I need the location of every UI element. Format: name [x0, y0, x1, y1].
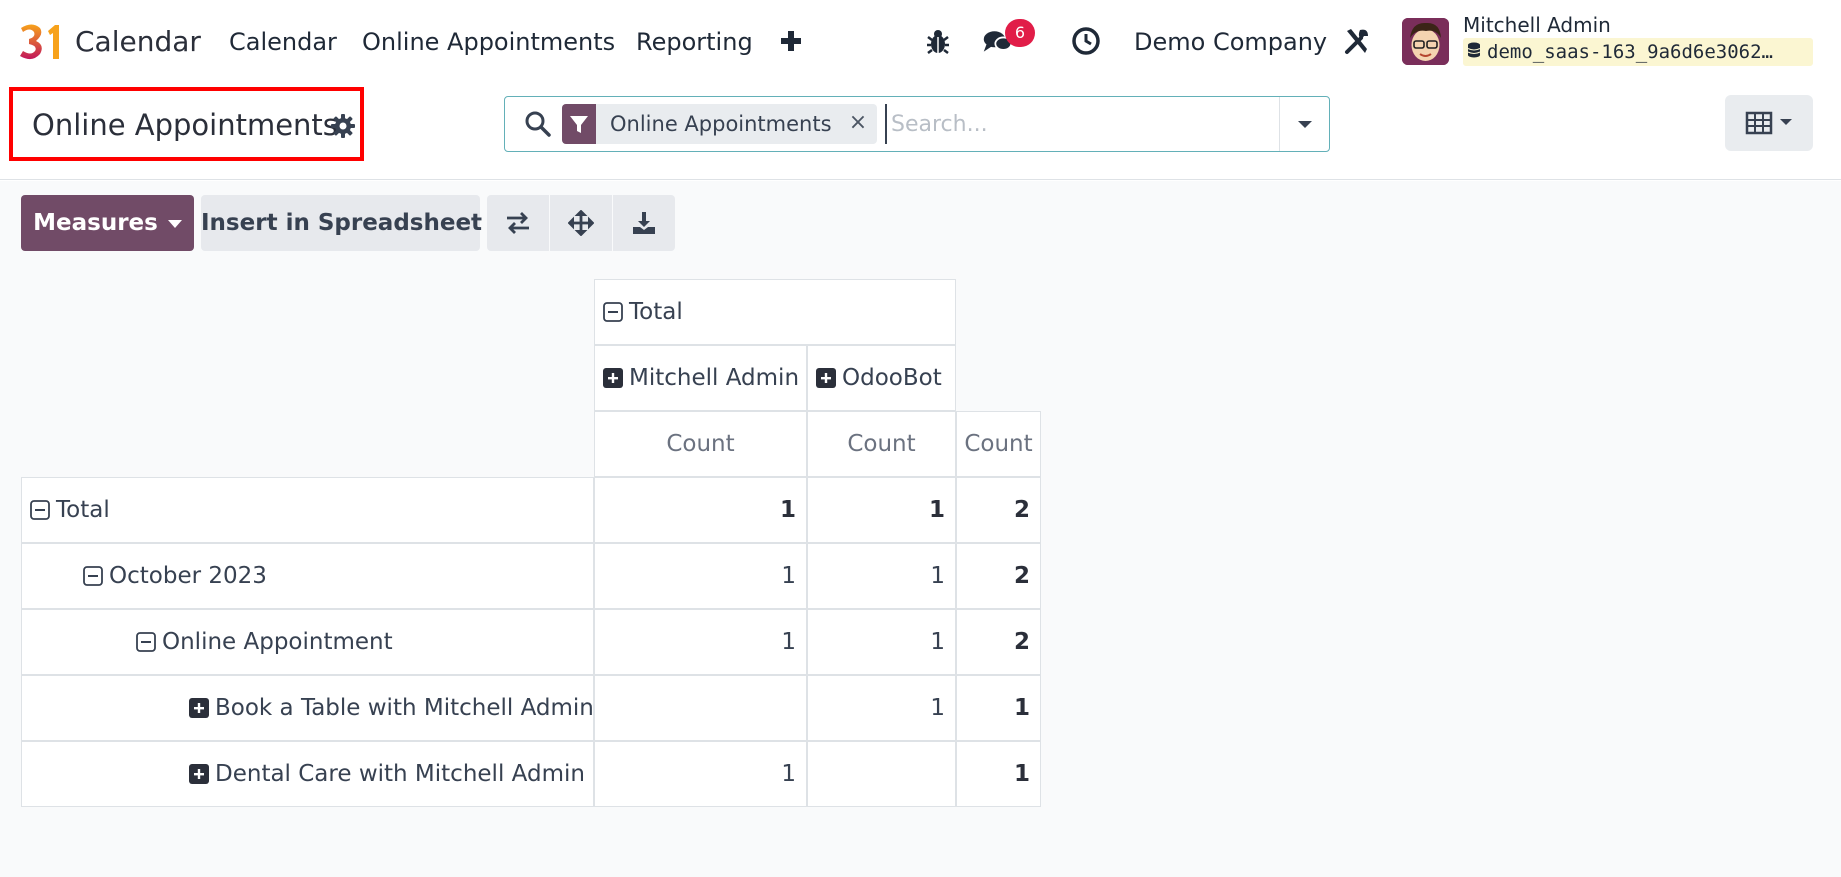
pivot-cell[interactable]: [594, 675, 807, 741]
filter-facet-badge: [562, 104, 596, 144]
insert-in-spreadsheet-button[interactable]: Insert in Spreadsheet: [201, 195, 482, 251]
collapse-icon: [83, 566, 103, 586]
measures-button[interactable]: Measures: [21, 195, 194, 251]
arrows-icon: [568, 210, 594, 236]
pivot-cell[interactable]: [807, 741, 956, 807]
expand-icon: [189, 698, 209, 718]
search-facet: Online Appointments ×: [562, 104, 877, 144]
row-header-label: Dental Care with Mitchell Admin: [215, 761, 585, 787]
row-header[interactable]: Total: [21, 477, 594, 543]
pivot-cell[interactable]: 1: [594, 741, 807, 807]
breadcrumb: Online Appointments: [9, 87, 364, 161]
row-header-label: Total: [56, 497, 110, 523]
row-header-label: October 2023: [109, 563, 267, 589]
col-header-mitchell-admin[interactable]: Mitchell Admin: [594, 345, 807, 411]
expand-icon: [816, 368, 836, 388]
database-label: demo_saas-163_9a6d6e3062…: [1487, 41, 1773, 63]
measure-header[interactable]: Count: [956, 411, 1041, 477]
pivot-cell[interactable]: 1: [594, 609, 807, 675]
avatar[interactable]: [1402, 18, 1449, 65]
search-options-toggle[interactable]: [1279, 97, 1329, 151]
page-title: Online Appointments: [32, 108, 338, 142]
pivot-cell[interactable]: 1: [956, 741, 1041, 807]
exchange-icon: [507, 212, 529, 234]
row-header[interactable]: Dental Care with Mitchell Admin: [21, 741, 594, 807]
calendar-app-logo-icon[interactable]: [18, 22, 64, 62]
pivot-cell[interactable]: 1: [807, 675, 956, 741]
pivot-cell[interactable]: 1: [594, 543, 807, 609]
company-switcher[interactable]: Demo Company: [1134, 22, 1327, 62]
search-icon[interactable]: [523, 109, 553, 139]
search-input[interactable]: [885, 104, 1275, 144]
pivot-cell[interactable]: 1: [807, 609, 956, 675]
database-name: demo_saas-163_9a6d6e3062…: [1463, 38, 1813, 66]
pivot-view: Measures Insert in Spreadsheet Total Mit…: [0, 181, 1841, 877]
pivot-cell[interactable]: 2: [956, 477, 1041, 543]
flip-axis-button[interactable]: [487, 195, 549, 251]
measure-header[interactable]: Count: [807, 411, 956, 477]
collapse-icon: [30, 500, 50, 520]
pivot-cell[interactable]: 1: [807, 543, 956, 609]
facet-remove-button[interactable]: ×: [846, 112, 870, 136]
expand-icon: [189, 764, 209, 784]
row-header[interactable]: Online Appointment: [21, 609, 594, 675]
clock-icon[interactable]: [1070, 24, 1102, 58]
download-xlsx-button[interactable]: [613, 195, 675, 251]
download-icon: [633, 212, 655, 234]
facet-label: Online Appointments: [610, 112, 832, 136]
measures-label: Measures: [33, 210, 158, 236]
top-navbar: Calendar Calendar Online Appointments Re…: [0, 0, 1841, 82]
pivot-cell[interactable]: 1: [956, 675, 1041, 741]
collapse-icon: [603, 302, 623, 322]
control-panel: Online Appointments Online Appointments: [0, 82, 1841, 180]
user-name[interactable]: Mitchell Admin: [1463, 12, 1611, 38]
col-header-odoobot[interactable]: OdooBot: [807, 345, 956, 411]
caret-down-icon: [167, 219, 182, 228]
plus-icon[interactable]: [778, 24, 804, 58]
view-switcher-button[interactable]: [1725, 95, 1813, 151]
menu-reporting[interactable]: Reporting: [636, 22, 753, 62]
row-header-label: Book a Table with Mitchell Admin: [215, 695, 594, 721]
menu-online-appointments[interactable]: Online Appointments: [362, 22, 615, 62]
gear-icon[interactable]: [330, 113, 356, 139]
col-header-label: OdooBot: [842, 365, 942, 391]
row-header[interactable]: October 2023: [21, 543, 594, 609]
message-count-badge: 6: [1005, 19, 1035, 47]
database-icon: [1467, 42, 1481, 58]
row-header-label: Online Appointment: [162, 629, 393, 655]
row-header[interactable]: Book a Table with Mitchell Admin: [21, 675, 594, 741]
col-header-total-label: Total: [629, 299, 683, 325]
menu-calendar[interactable]: Calendar: [229, 22, 337, 62]
col-header-total[interactable]: Total: [594, 279, 956, 345]
collapse-icon: [136, 632, 156, 652]
expand-icon: [603, 368, 623, 388]
tools-icon[interactable]: [1341, 24, 1373, 58]
pivot-cell[interactable]: 2: [956, 609, 1041, 675]
filter-icon: [570, 116, 588, 133]
pivot-view-icon: [1745, 111, 1792, 135]
app-name[interactable]: Calendar: [75, 22, 201, 62]
pivot-cell[interactable]: 1: [807, 477, 956, 543]
pivot-cell[interactable]: 1: [594, 477, 807, 543]
measure-header[interactable]: Count: [594, 411, 807, 477]
user-avatar-icon: [1402, 18, 1449, 65]
pivot-cell[interactable]: 2: [956, 543, 1041, 609]
search-bar: Online Appointments ×: [504, 96, 1330, 152]
col-header-label: Mitchell Admin: [629, 365, 800, 391]
expand-all-button[interactable]: [550, 195, 612, 251]
bug-icon[interactable]: [922, 24, 954, 58]
caret-down-icon: [1298, 121, 1312, 128]
